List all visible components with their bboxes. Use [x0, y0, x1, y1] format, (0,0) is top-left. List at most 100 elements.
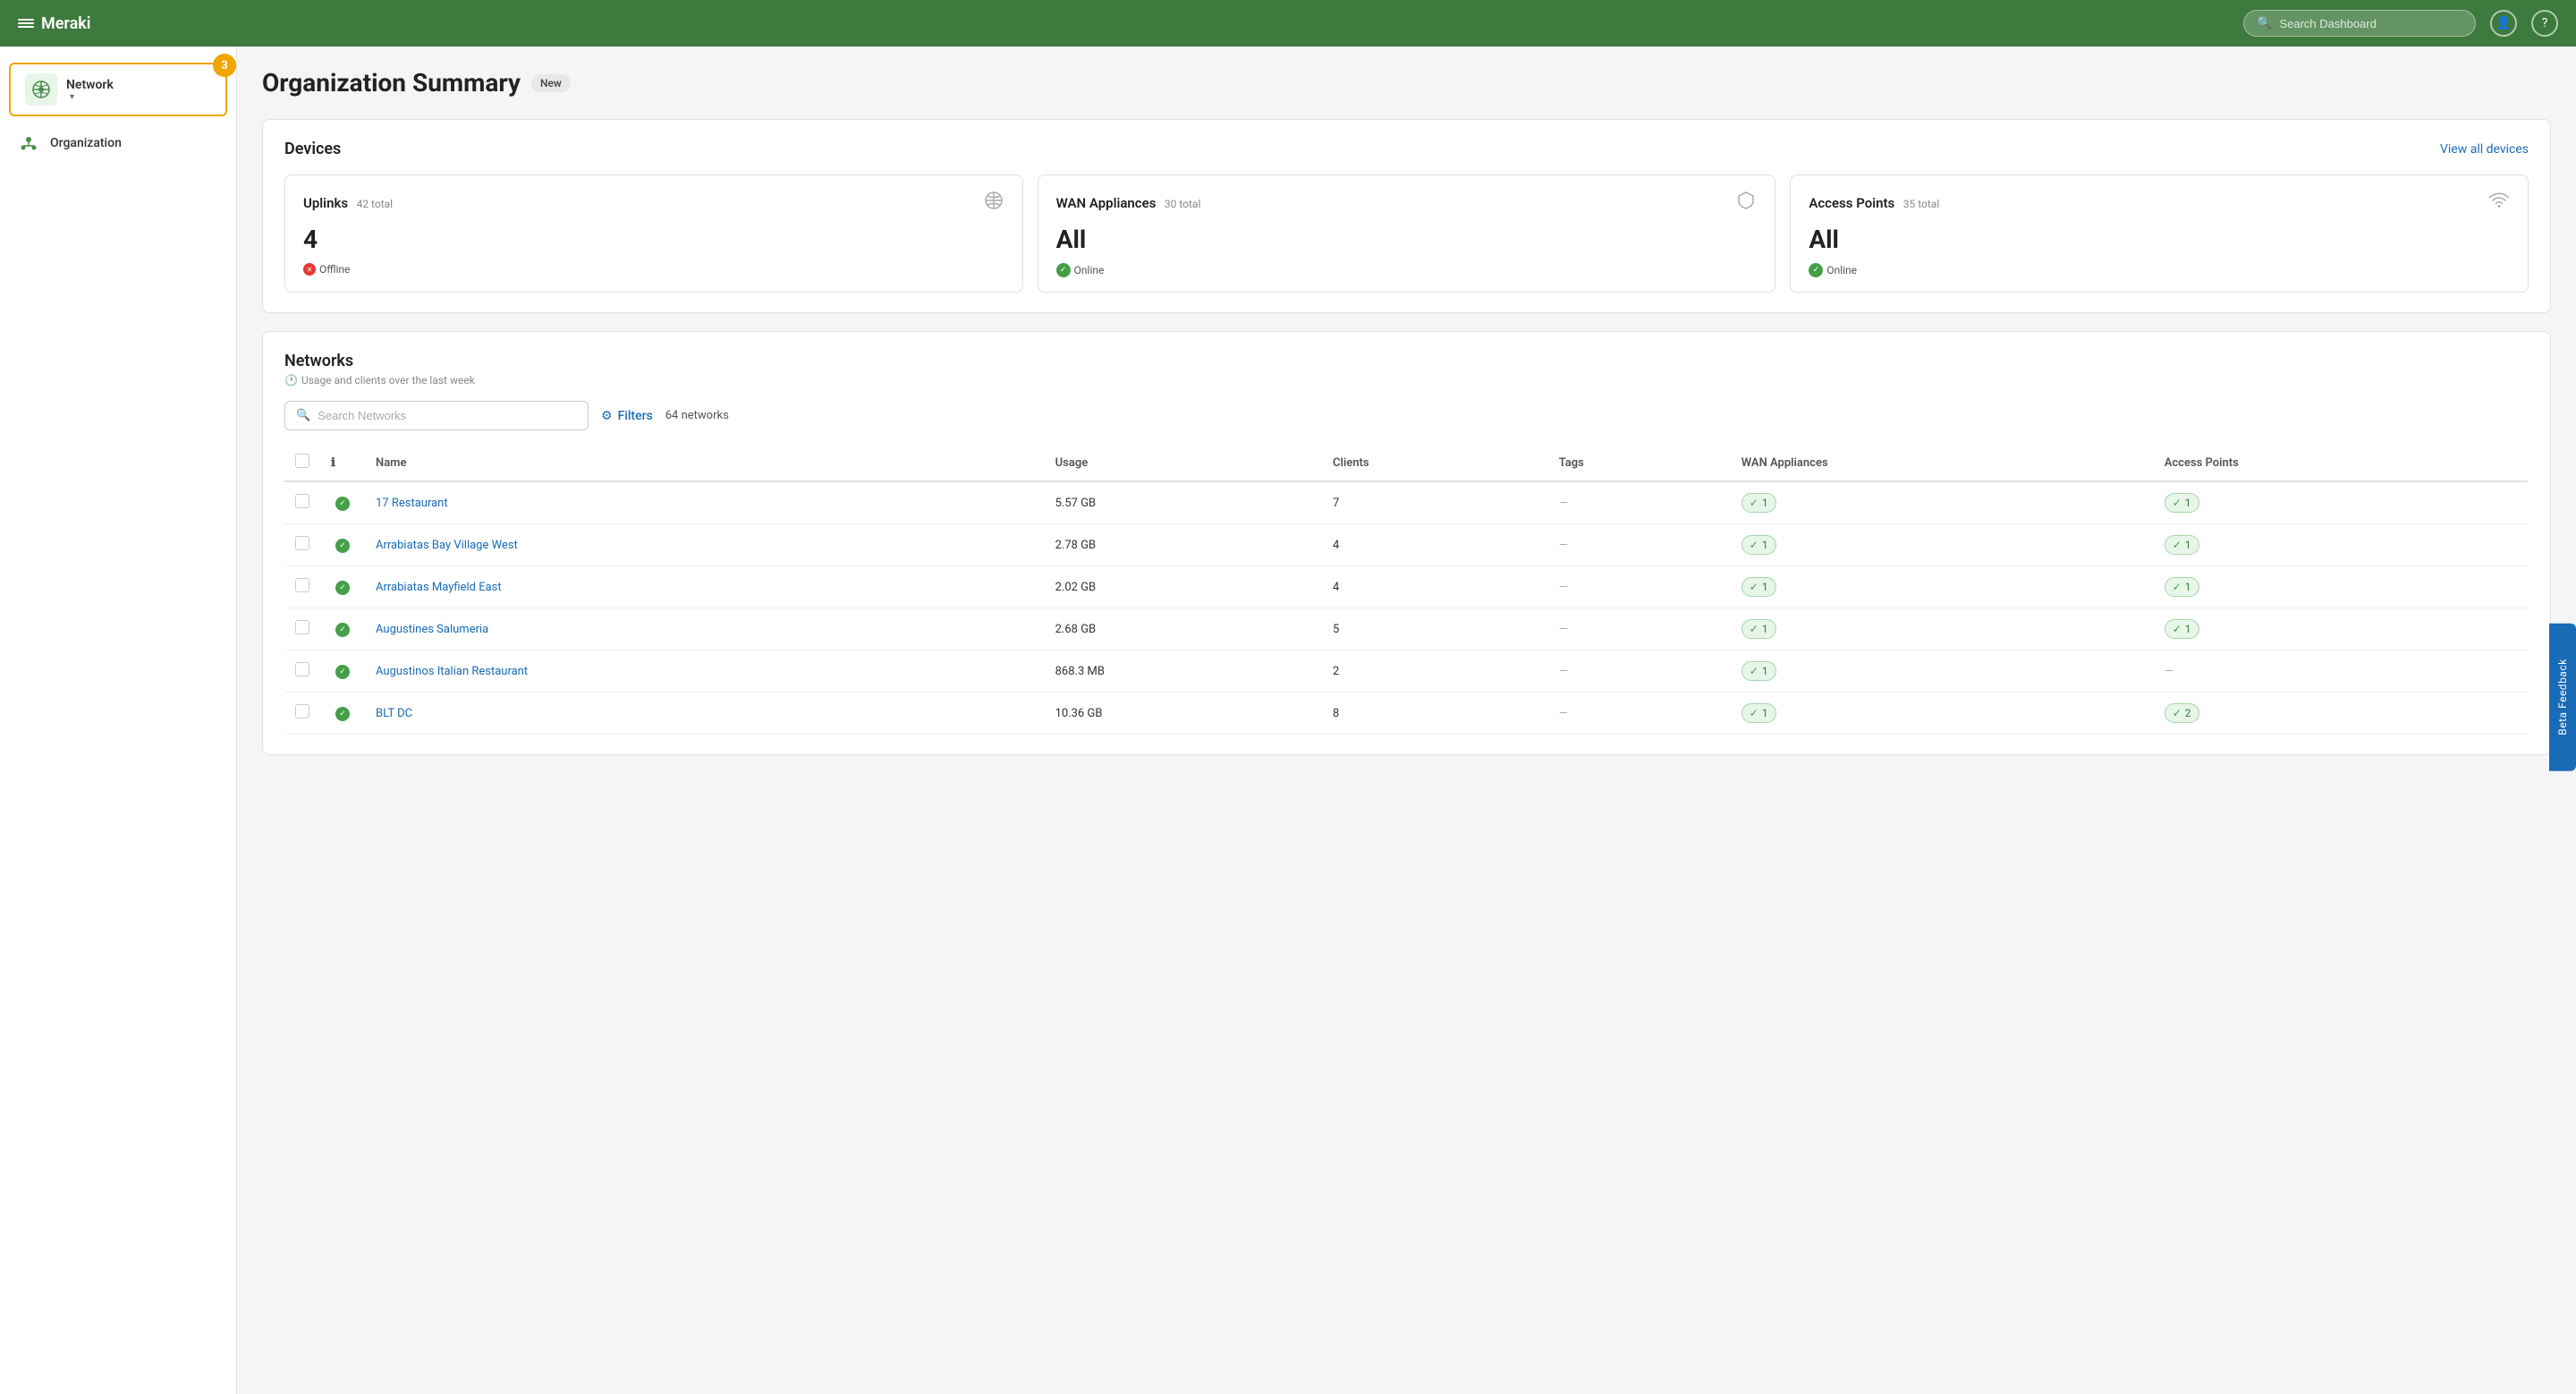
- wan-check-icon: ✓: [1750, 497, 1758, 509]
- cisco-icon: [18, 19, 34, 28]
- row-status-cell: [320, 524, 365, 566]
- row-wan-cell: ✓ 1: [1731, 608, 2154, 650]
- network-name-link[interactable]: Augustines Salumeria: [376, 623, 488, 636]
- wan-badge: ✓ 1: [1741, 535, 1776, 555]
- table-row: Augustinos Italian Restaurant 868.3 MB 2…: [284, 650, 2529, 693]
- sidebar-org-item[interactable]: Organization: [0, 122, 236, 165]
- wifi-icon: [2488, 190, 2510, 216]
- wan-badge: ✓ 1: [1741, 703, 1776, 723]
- ap-check-icon: ✓: [2173, 539, 2182, 551]
- view-all-devices-link[interactable]: View all devices: [2440, 142, 2529, 157]
- table-row: Arrabiatas Mayfield East 2.02 GB 4 — ✓ 1…: [284, 566, 2529, 608]
- user-icon[interactable]: 👤: [2490, 10, 2517, 37]
- search-icon-networks: 🔍: [296, 409, 310, 422]
- row-checkbox[interactable]: [295, 662, 309, 676]
- row-checkbox-cell: [284, 693, 320, 735]
- uplinks-status: Offline: [303, 263, 1004, 276]
- row-clients-cell: 5: [1322, 608, 1548, 650]
- row-ap-cell: ✓ 1: [2154, 481, 2529, 524]
- beta-feedback-panel[interactable]: Beta Feedback: [2549, 623, 2576, 770]
- table-row: BLT DC 10.36 GB 8 — ✓ 1 ✓ 2: [284, 693, 2529, 735]
- row-status-cell: [320, 693, 365, 735]
- row-name-cell: BLT DC: [365, 693, 1045, 735]
- table-row: Augustines Salumeria 2.68 GB 5 — ✓ 1 ✓ 1: [284, 608, 2529, 650]
- network-icon: [25, 73, 57, 106]
- wan-label: WAN Appliances: [1056, 195, 1157, 211]
- row-checkbox[interactable]: [295, 578, 309, 592]
- ap-badge: ✓ 1: [2165, 577, 2199, 597]
- row-checkbox-cell: [284, 524, 320, 566]
- ap-badge: ✓ 2: [2165, 703, 2199, 723]
- row-checkbox[interactable]: [295, 536, 309, 550]
- uplinks-label: Uplinks: [303, 195, 348, 211]
- info-icon: ℹ: [331, 456, 335, 470]
- networks-subtitle: 🕐 Usage and clients over the last week: [284, 374, 2529, 387]
- row-tags-cell: —: [1548, 693, 1731, 735]
- row-usage-cell: 2.02 GB: [1045, 566, 1322, 608]
- col-checkbox: [284, 445, 320, 481]
- uplinks-card: Uplinks 42 total: [284, 174, 1023, 293]
- wan-total: 30 total: [1165, 198, 1201, 210]
- offline-icon: [303, 263, 316, 276]
- row-name-cell: Augustinos Italian Restaurant: [365, 650, 1045, 693]
- row-status-cell: [320, 650, 365, 693]
- header-icons: 👤 ?: [2490, 10, 2558, 37]
- row-status-cell: [320, 608, 365, 650]
- table-body: 17 Restaurant 5.57 GB 7 — ✓ 1 ✓ 1 Arrabi…: [284, 481, 2529, 735]
- wan-badge: ✓ 1: [1741, 661, 1776, 681]
- row-ap-cell: ✓ 1: [2154, 608, 2529, 650]
- row-status-icon: [335, 707, 350, 721]
- filters-button[interactable]: ⚙ Filters: [601, 409, 653, 423]
- search-dashboard-input[interactable]: [2279, 17, 2462, 30]
- app-header: Meraki 🔍 👤 ?: [0, 0, 2576, 47]
- help-icon[interactable]: ?: [2531, 10, 2558, 37]
- wan-check-icon: ✓: [1750, 623, 1758, 635]
- wan-check-icon: ✓: [1750, 539, 1758, 551]
- network-name-link[interactable]: Augustinos Italian Restaurant: [376, 665, 528, 678]
- page-title: Organization Summary: [262, 68, 521, 98]
- row-name-cell: Augustines Salumeria: [365, 608, 1045, 650]
- chevron-down-icon: ▾: [70, 92, 114, 102]
- ap-badge: ✓ 1: [2165, 493, 2199, 513]
- row-usage-cell: 2.68 GB: [1045, 608, 1322, 650]
- col-name: Name: [365, 445, 1045, 481]
- row-checkbox[interactable]: [295, 494, 309, 508]
- row-wan-cell: ✓ 1: [1731, 481, 2154, 524]
- brand-logo[interactable]: Meraki: [18, 14, 90, 33]
- search-bar[interactable]: 🔍: [2243, 10, 2476, 37]
- row-checkbox[interactable]: [295, 704, 309, 718]
- networks-section: Networks 🕐 Usage and clients over the la…: [262, 331, 2551, 755]
- network-search-box[interactable]: 🔍: [284, 401, 589, 430]
- search-networks-input[interactable]: [318, 409, 577, 422]
- row-ap-cell: ✓ 1: [2154, 524, 2529, 566]
- wan-badge: ✓ 1: [1741, 619, 1776, 639]
- page-header: Organization Summary New: [262, 68, 2551, 98]
- new-badge: New: [531, 74, 571, 92]
- col-usage: Usage: [1045, 445, 1322, 481]
- wan-check-icon: ✓: [1750, 581, 1758, 593]
- network-name-link[interactable]: Arrabiatas Bay Village West: [376, 539, 518, 552]
- table-row: Arrabiatas Bay Village West 2.78 GB 4 — …: [284, 524, 2529, 566]
- network-name-link[interactable]: 17 Restaurant: [376, 497, 448, 510]
- row-clients-cell: 2: [1322, 650, 1548, 693]
- network-badge: 3: [213, 54, 236, 77]
- network-name-link[interactable]: BLT DC: [376, 707, 412, 720]
- devices-section: Devices View all devices Uplinks 42 tota…: [262, 119, 2551, 313]
- row-clients-cell: 8: [1322, 693, 1548, 735]
- row-ap-cell: ✓ 1: [2154, 566, 2529, 608]
- row-clients-cell: 7: [1322, 481, 1548, 524]
- search-icon: 🔍: [2257, 16, 2272, 30]
- beta-feedback-button[interactable]: Beta Feedback: [2549, 623, 2576, 770]
- ap-badge: ✓ 1: [2165, 535, 2199, 555]
- row-checkbox[interactable]: [295, 620, 309, 634]
- sidebar: Network ▾ 3 Organization: [0, 47, 237, 1394]
- wan-badge: ✓ 1: [1741, 493, 1776, 513]
- sidebar-network-item[interactable]: Network ▾ 3: [9, 63, 227, 116]
- header-checkbox[interactable]: [295, 454, 309, 468]
- row-usage-cell: 868.3 MB: [1045, 650, 1322, 693]
- network-name-link[interactable]: Arrabiatas Mayfield East: [376, 581, 502, 594]
- row-status-cell: [320, 481, 365, 524]
- row-name-cell: Arrabiatas Mayfield East: [365, 566, 1045, 608]
- wan-status: Online: [1056, 263, 1758, 277]
- row-status-cell: [320, 566, 365, 608]
